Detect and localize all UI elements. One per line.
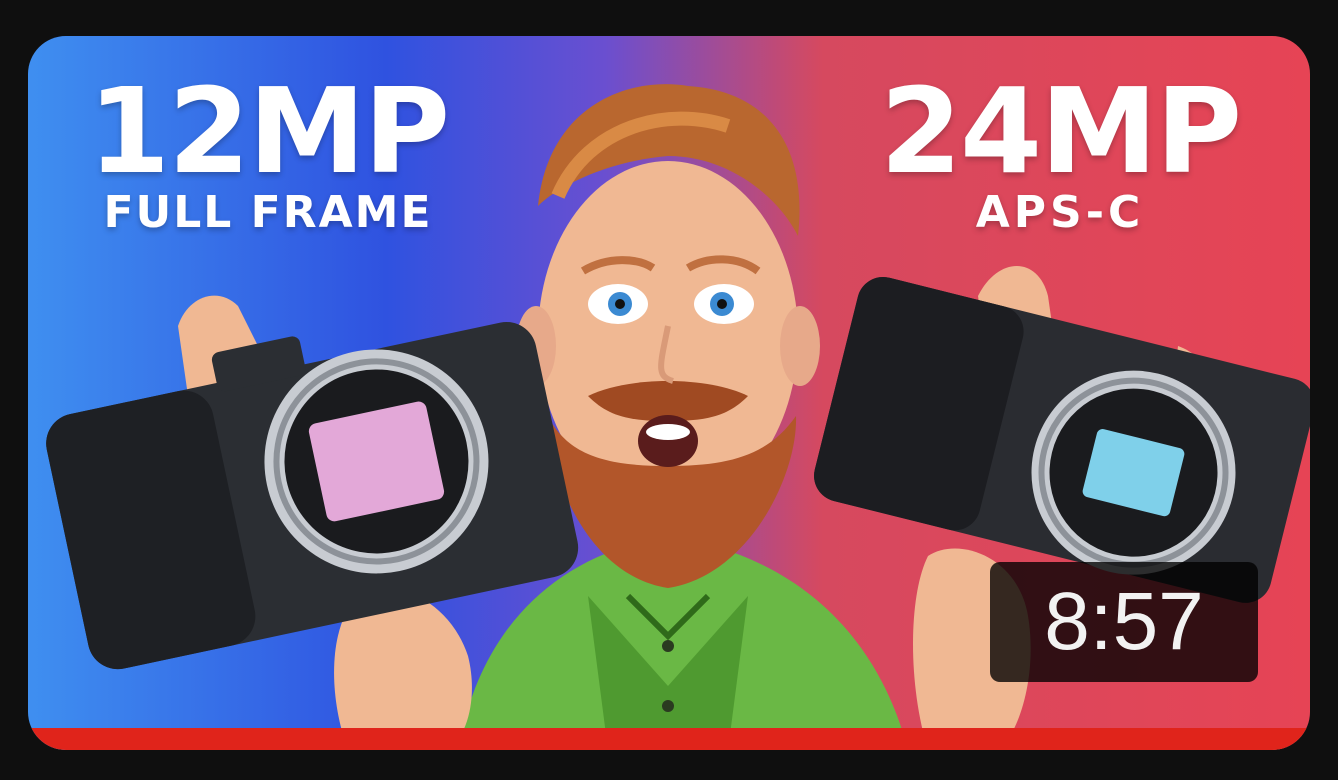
watch-progress-fill [28, 728, 1310, 750]
video-thumbnail[interactable]: 12MP FULL FRAME 24MP APS-C 8:57 [28, 36, 1310, 750]
watch-progress-bar [28, 728, 1310, 750]
right-sensor-label: APS-C [975, 187, 1145, 238]
left-sensor-label: FULL FRAME [103, 187, 433, 238]
left-megapixel-label: 12MP [88, 62, 450, 200]
video-duration-badge: 8:57 [990, 562, 1258, 682]
right-megapixel-label: 24MP [879, 62, 1242, 200]
